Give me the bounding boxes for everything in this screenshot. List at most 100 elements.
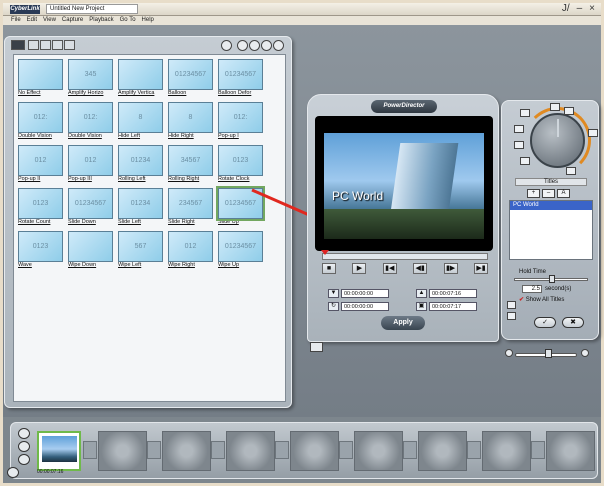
effect-thumbnail[interactable]: 34567 xyxy=(168,145,213,176)
effect-item[interactable]: 01234 Slide Left xyxy=(118,188,163,227)
effect-item[interactable]: 01234 Rolling Left xyxy=(118,145,163,184)
import-icon[interactable] xyxy=(221,40,232,51)
effect-item[interactable]: 34567 Rolling Right xyxy=(168,145,213,184)
cancel-button[interactable]: ✖ xyxy=(562,317,584,328)
volume-high-icon[interactable] xyxy=(581,349,589,357)
hold-time-knob[interactable] xyxy=(549,275,555,283)
transition-slot[interactable] xyxy=(467,441,481,459)
effect-thumbnail[interactable]: 012: xyxy=(18,102,63,133)
prev-frame-button[interactable]: ▮◀ xyxy=(382,263,397,274)
effect-thumbnail[interactable]: 01234 xyxy=(118,145,163,176)
sort-icon[interactable] xyxy=(237,40,248,51)
effect-thumbnail[interactable]: 234567 xyxy=(168,188,213,219)
library-menu-icon[interactable] xyxy=(273,40,284,51)
close-icon[interactable]: × xyxy=(589,3,595,15)
effect-thumbnail[interactable]: 012: xyxy=(68,102,113,133)
effect-item[interactable]: 012: Double Vision xyxy=(18,102,63,141)
effect-thumbnail[interactable] xyxy=(118,59,163,90)
empty-clip-slot[interactable] xyxy=(290,431,339,471)
effect-thumbnail[interactable]: 012 xyxy=(168,231,213,262)
checkmark-icon[interactable]: ✔ xyxy=(519,297,524,303)
transition-slot[interactable] xyxy=(339,441,353,459)
effect-item[interactable]: No Effect xyxy=(18,59,63,98)
library-mode-icon[interactable] xyxy=(11,40,25,50)
mark-in-field[interactable]: 00:00:07:16 xyxy=(429,288,477,298)
title-list-item[interactable]: PC World xyxy=(510,201,592,210)
font-button[interactable]: A xyxy=(557,189,570,198)
audio-track-icon[interactable] xyxy=(18,454,30,465)
volume-low-icon[interactable] xyxy=(505,349,513,357)
effect-item[interactable]: 01234567 Balloon xyxy=(168,59,213,98)
effect-item[interactable]: 01234567 Slide Down xyxy=(68,188,113,227)
mode-dial[interactable] xyxy=(530,113,585,168)
effect-item[interactable]: 345 Amplify Horizo xyxy=(68,59,113,98)
minimize-icon[interactable]: – xyxy=(577,3,583,15)
up-arrow-icon[interactable]: ▲ xyxy=(416,288,427,298)
menu-help[interactable]: Help xyxy=(142,16,154,25)
preview-scrubber[interactable] xyxy=(321,250,488,260)
effect-item[interactable]: 0123 Rotate Count xyxy=(18,188,63,227)
timeline-view-icon[interactable] xyxy=(18,441,30,452)
volume-knob[interactable] xyxy=(545,349,552,358)
effect-item[interactable]: 0123 Rotate Clock xyxy=(218,145,263,184)
effect-item[interactable]: 234567 Slide Right xyxy=(168,188,213,227)
filter-icon[interactable] xyxy=(261,40,272,51)
mode-effect-icon[interactable] xyxy=(514,141,524,149)
ok-button[interactable]: ✓ xyxy=(534,317,556,328)
effect-thumbnail[interactable]: 01234567 xyxy=(218,231,263,262)
transition-slot[interactable] xyxy=(211,441,225,459)
help-icon[interactable]: J/ xyxy=(562,3,570,15)
effect-thumbnail[interactable]: 8 xyxy=(118,102,163,133)
transition-slot[interactable] xyxy=(147,441,161,459)
menu-edit[interactable]: Edit xyxy=(27,16,37,25)
mark-in-button[interactable]: ▮▶ xyxy=(443,263,458,274)
volume-slider[interactable] xyxy=(515,349,577,358)
effect-thumbnail[interactable]: 345 xyxy=(68,59,113,90)
menu-view[interactable]: View xyxy=(43,16,56,25)
current-time-field[interactable]: 00:00:00:00 xyxy=(341,288,389,298)
view-icon[interactable] xyxy=(249,40,260,51)
effect-thumbnail[interactable]: 012: xyxy=(218,102,263,133)
empty-clip-slot[interactable] xyxy=(546,431,595,471)
show-all-titles[interactable]: ✔ Show All Titles xyxy=(519,296,564,303)
effect-item[interactable]: 01234567 Balloon Defor xyxy=(218,59,263,98)
empty-clip-slot[interactable] xyxy=(162,431,211,471)
stop-button[interactable]: ■ xyxy=(322,263,336,274)
effect-thumbnail[interactable]: 01234567 xyxy=(218,59,263,90)
effect-thumbnail[interactable] xyxy=(68,231,113,262)
mark-out-field[interactable]: 00:00:07:17 xyxy=(429,301,477,311)
empty-clip-slot[interactable] xyxy=(226,431,275,471)
effect-item[interactable]: 012 Pop-up II xyxy=(18,145,63,184)
mode-audio-icon[interactable] xyxy=(564,107,574,115)
empty-clip-slot[interactable] xyxy=(98,431,147,471)
menu-file[interactable]: File xyxy=(11,16,21,25)
menu-capture[interactable]: Capture xyxy=(62,16,83,25)
effect-item[interactable]: 012 Pop-up III xyxy=(68,145,113,184)
side-tool-icon-2[interactable] xyxy=(507,312,516,320)
play-button[interactable]: ▶ xyxy=(352,263,367,274)
effect-thumbnail[interactable]: 0123 xyxy=(218,145,263,176)
effect-item[interactable]: 012 Wipe Right xyxy=(168,231,213,270)
title-tab-icon[interactable] xyxy=(52,40,63,50)
effect-thumbnail[interactable]: 01234 xyxy=(118,188,163,219)
effect-thumbnail[interactable]: 8 xyxy=(168,102,213,133)
effect-thumbnail[interactable]: 01234567 xyxy=(168,59,213,90)
apply-button[interactable]: Apply xyxy=(381,316,425,330)
down-arrow-icon[interactable]: ▼ xyxy=(328,288,339,298)
empty-clip-slot[interactable] xyxy=(354,431,403,471)
effect-thumbnail[interactable]: 012 xyxy=(68,145,113,176)
effect-item[interactable]: Amplify Vertica xyxy=(118,59,163,98)
empty-clip-slot[interactable] xyxy=(418,431,467,471)
effect-thumbnail[interactable]: 01234567 xyxy=(68,188,113,219)
effect-tab-icon[interactable] xyxy=(40,40,51,50)
next-frame-button[interactable]: ◀▮ xyxy=(413,263,428,274)
empty-clip-slot[interactable] xyxy=(482,431,531,471)
zoom-icon[interactable] xyxy=(7,467,19,478)
effect-thumbnail[interactable]: 0123 xyxy=(18,188,63,219)
menu-goto[interactable]: Go To xyxy=(120,16,136,25)
effect-item[interactable]: 012: Double Vision xyxy=(68,102,113,141)
remove-title-button[interactable]: – xyxy=(542,189,555,198)
effect-item[interactable]: 8 Hide Right xyxy=(168,102,213,141)
effect-item[interactable]: 01234567 Wipe Up xyxy=(218,231,263,270)
effect-thumbnail[interactable]: 567 xyxy=(118,231,163,262)
